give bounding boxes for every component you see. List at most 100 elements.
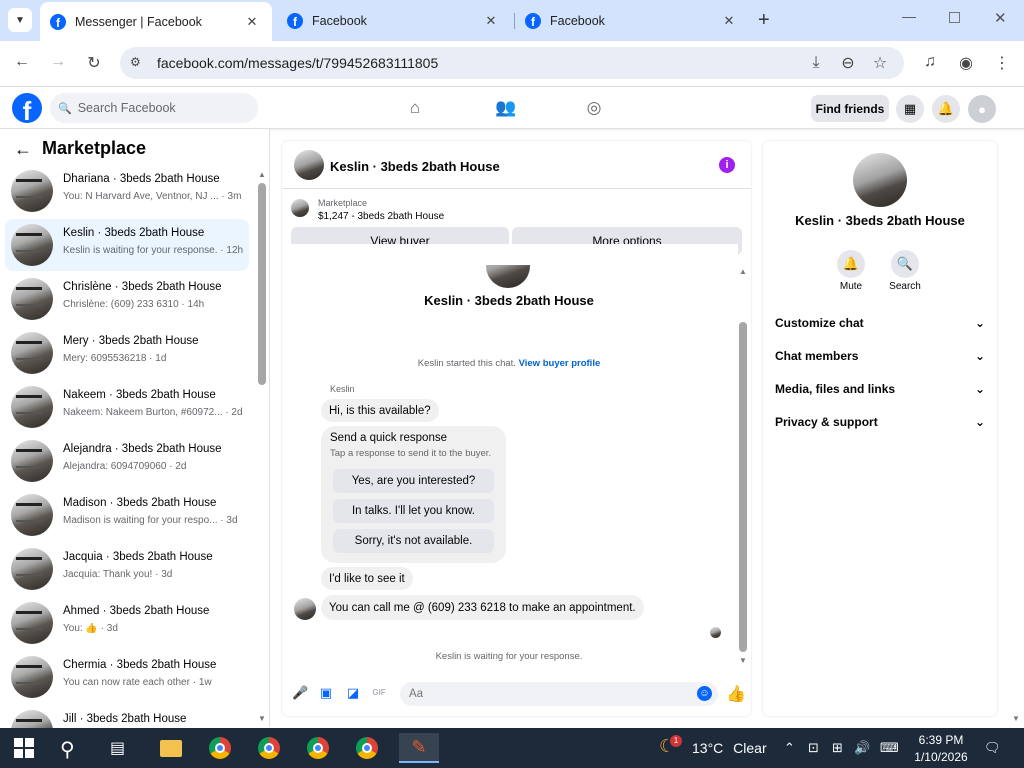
minimize-window-button[interactable]: — xyxy=(902,8,916,24)
scroll-down-arrow[interactable]: ▼ xyxy=(258,714,266,723)
conversation-item[interactable]: Nakeem · 3beds 2bath House Nakeem: Nakeem… xyxy=(5,381,249,433)
conversation-snippet: You: 👍 · 3d xyxy=(63,623,118,634)
facebook-favicon-icon: f xyxy=(287,12,303,29)
conversation-name: Nakeem · 3beds 2bath House xyxy=(63,389,216,401)
chrome-profile-icon[interactable] xyxy=(254,733,284,763)
reload-icon[interactable]: ↻ xyxy=(82,53,106,73)
restore-window-button[interactable] xyxy=(949,12,960,23)
info-icon[interactable]: i xyxy=(719,157,735,173)
search-icon[interactable]: ⚲ xyxy=(60,737,75,762)
close-window-button[interactable]: ✕ xyxy=(994,9,1007,27)
back-arrow-icon[interactable]: ← xyxy=(14,139,32,160)
facebook-search-input[interactable]: 🔍 Search Facebook xyxy=(50,93,258,123)
sticker-icon[interactable]: ◪ xyxy=(346,686,360,700)
gif-icon[interactable]: GIF xyxy=(372,686,386,700)
media-controls-icon[interactable]: ♫ xyxy=(918,53,942,71)
clock-date[interactable]: 1/10/2026 xyxy=(913,750,969,764)
browser-tab-messenger[interactable]: f Messenger | Facebook ✕ xyxy=(40,2,272,41)
groups-icon[interactable]: ◎ xyxy=(584,98,604,118)
chrome-profile-icon[interactable] xyxy=(352,733,382,763)
new-tab-button[interactable]: + xyxy=(758,9,770,32)
home-icon[interactable]: ⌂ xyxy=(405,98,425,118)
chat-header-name[interactable]: Keslin · 3beds 2bath House xyxy=(330,159,500,174)
browser-tab-facebook-2[interactable]: f Facebook ✕ xyxy=(515,0,749,41)
chrome-profile-icon[interactable] xyxy=(303,733,333,763)
bookmark-star-icon[interactable]: ☆ xyxy=(868,53,892,73)
close-tab-icon[interactable]: ✕ xyxy=(244,14,260,30)
chat-scrollbar[interactable] xyxy=(739,322,747,652)
browser-tab-facebook-1[interactable]: f Facebook ✕ xyxy=(277,0,511,41)
conversation-name: Jacquia · 3beds 2bath House xyxy=(63,551,213,563)
conversation-item[interactable]: Mery · 3beds 2bath House Mery: 6095536218… xyxy=(5,327,249,379)
chat-header-avatar[interactable] xyxy=(294,150,324,180)
forward-icon[interactable]: → xyxy=(46,53,70,71)
conversation-item[interactable]: Jacquia · 3beds 2bath House Jacquia: Than… xyxy=(5,543,249,595)
keyboard-icon[interactable]: ⌨ xyxy=(880,740,899,756)
conversation-item[interactable]: Keslin · 3beds 2bath House Keslin is wait… xyxy=(5,219,249,271)
tab-search-button[interactable]: ▼ xyxy=(8,8,32,32)
conversation-item[interactable]: Chermia · 3beds 2bath House You can now r… xyxy=(5,651,249,703)
microphone-icon[interactable]: 🎤 xyxy=(292,686,308,700)
start-button[interactable] xyxy=(14,738,34,758)
meet-now-icon[interactable]: ⊡ xyxy=(808,740,819,756)
clock-time[interactable]: 6:39 PM xyxy=(913,733,969,747)
chrome-icon[interactable] xyxy=(205,733,235,763)
chat-members-section[interactable]: Chat members ⌄ xyxy=(775,349,985,363)
conversation-list-scrollbar[interactable] xyxy=(258,183,266,385)
chevron-down-icon: ▼ xyxy=(15,14,25,26)
scroll-up-arrow[interactable]: ▲ xyxy=(258,170,266,179)
notifications-icon[interactable]: 🗨 xyxy=(984,740,1001,756)
close-tab-icon[interactable]: ✕ xyxy=(721,13,737,29)
search-button[interactable]: 🔍 xyxy=(891,250,919,278)
contact-profile-avatar[interactable] xyxy=(853,153,907,207)
conversation-item[interactable]: Dhariana · 3beds 2bath House You: N Harva… xyxy=(5,165,249,217)
page-scroll-down-arrow[interactable]: ▼ xyxy=(1012,714,1020,723)
conversation-item[interactable]: Ahmed · 3beds 2bath House You: 👍 · 3d xyxy=(5,597,249,649)
thumbs-up-icon[interactable]: 👍 xyxy=(726,684,746,704)
section-label: Chat members xyxy=(775,349,859,363)
mute-button[interactable]: 🔔 xyxy=(837,250,865,278)
task-view-icon[interactable]: ▤ xyxy=(110,738,125,758)
quick-response-not-available[interactable]: Sorry, it's not available. xyxy=(333,529,494,553)
volume-icon[interactable]: 🔊 xyxy=(854,740,870,756)
started-text: Keslin started this chat. xyxy=(417,358,516,369)
show-hidden-icons-chevron-icon[interactable]: ⌃ xyxy=(784,740,795,756)
weather-readout[interactable]: 13°C Clear xyxy=(692,740,767,756)
site-info-icon[interactable]: ⚙ xyxy=(130,55,141,69)
message-input[interactable] xyxy=(400,682,718,706)
emoji-icon[interactable]: ☺ xyxy=(697,686,712,701)
network-icon[interactable]: ⊞ xyxy=(832,740,843,756)
install-app-icon[interactable]: ⤓ xyxy=(804,54,828,72)
privacy-support-section[interactable]: Privacy & support ⌄ xyxy=(775,415,985,429)
menu-grid-button[interactable]: ▦ xyxy=(896,95,924,123)
chat-started-notice: Keslin started this chat. View buyer pro… xyxy=(283,358,735,369)
chat-scroll-down-arrow[interactable]: ▼ xyxy=(739,656,747,665)
media-files-section[interactable]: Media, files and links ⌄ xyxy=(775,382,985,396)
browser-menu-icon[interactable]: ⋮ xyxy=(990,53,1014,73)
conversation-item[interactable]: Alejandra · 3beds 2bath House Alejandra: … xyxy=(5,435,249,487)
quick-response-in-talks[interactable]: In talks. I'll let you know. xyxy=(333,499,494,523)
listing-price-title: $1,247 - 3beds 2bath House xyxy=(318,211,445,222)
back-icon[interactable]: ← xyxy=(10,53,34,71)
customize-chat-section[interactable]: Customize chat ⌄ xyxy=(775,316,985,330)
view-buyer-profile-link[interactable]: View buyer profile xyxy=(519,358,601,369)
profile-icon[interactable]: ◉ xyxy=(954,53,978,73)
address-bar[interactable]: ⚙ facebook.com/messages/t/79945268311180… xyxy=(120,47,904,79)
tab-title: Messenger | Facebook xyxy=(75,14,202,29)
account-avatar[interactable]: ● xyxy=(968,95,996,123)
facebook-logo[interactable]: f xyxy=(12,93,42,123)
conversation-item[interactable]: Madison · 3beds 2bath House Madison is wa… xyxy=(5,489,249,541)
chat-scroll-up-arrow[interactable]: ▲ xyxy=(739,267,747,276)
notifications-button[interactable]: 🔔 xyxy=(932,95,960,123)
conversation-item[interactable]: Chrislène · 3beds 2bath House Chrislène: … xyxy=(5,273,249,325)
quick-response-yes[interactable]: Yes, are you interested? xyxy=(333,469,494,493)
photo-icon[interactable]: ▣ xyxy=(319,686,333,700)
zoom-out-icon[interactable]: ⊖ xyxy=(836,53,860,73)
friends-icon[interactable]: 👥 xyxy=(495,98,516,118)
conversation-snippet: Alejandra: 6094709060 · 2d xyxy=(63,461,187,472)
conversation-snippet: Mery: 6095536218 · 1d xyxy=(63,353,167,364)
media-player-icon[interactable]: ✎ xyxy=(399,733,439,763)
close-tab-icon[interactable]: ✕ xyxy=(483,13,499,29)
file-explorer-icon[interactable] xyxy=(156,733,186,763)
find-friends-button[interactable]: Find friends xyxy=(811,95,889,122)
